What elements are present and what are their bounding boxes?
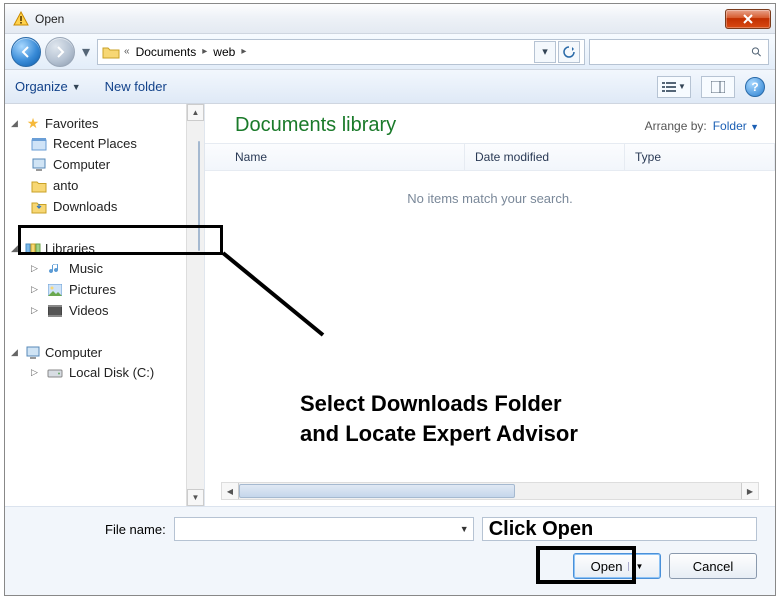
horizontal-scrollbar[interactable]: ◀ ▶ [221, 482, 759, 500]
title-bar: Open [5, 4, 775, 34]
pane-icon [711, 81, 725, 93]
dialog-body: ◢★Favorites Recent Places Computer anto … [5, 104, 775, 506]
refresh-button[interactable] [558, 41, 580, 63]
tree-item-videos[interactable]: ▷Videos [5, 300, 184, 321]
close-icon [743, 14, 753, 24]
pictures-icon [47, 283, 63, 297]
column-headers[interactable]: Name Date modified Type [205, 143, 775, 171]
filename-combo[interactable]: ▼ [174, 517, 474, 541]
filetype-filter[interactable]: Click Open [482, 517, 757, 541]
new-folder-button[interactable]: New folder [105, 79, 167, 94]
nav-tree: ◢★Favorites Recent Places Computer anto … [5, 104, 205, 506]
refresh-icon [563, 46, 575, 58]
collapse-icon: ◢ [11, 347, 21, 358]
view-mode-button[interactable]: ▼ [657, 76, 691, 98]
chevron-down-icon: ▼ [678, 82, 686, 91]
expand-icon: ▷ [31, 263, 41, 274]
organize-button[interactable]: Organize ▼ [15, 79, 81, 94]
arrange-value[interactable]: Folder ▼ [713, 119, 759, 133]
search-icon [751, 44, 762, 60]
scroll-thumb[interactable] [198, 141, 200, 251]
crumb-web[interactable]: web [209, 45, 239, 59]
column-type[interactable]: Type [625, 144, 775, 170]
forward-button[interactable] [45, 37, 75, 67]
back-button[interactable] [11, 37, 41, 67]
scroll-left-icon[interactable]: ◀ [222, 483, 239, 499]
tree-item-computer-fav[interactable]: Computer [5, 154, 184, 175]
folder-icon [31, 179, 47, 193]
list-view-icon [662, 81, 676, 93]
computer-group[interactable]: ◢Computer [5, 343, 184, 362]
arrange-by[interactable]: Arrange by: Folder ▼ [645, 119, 759, 133]
scroll-thumb[interactable] [239, 484, 515, 498]
star-icon: ★ [25, 117, 41, 131]
nav-bar: ▾ « Documents ▸ web ▸ ▾ [5, 34, 775, 70]
search-input[interactable] [596, 45, 751, 59]
file-list-pane: Documents library Arrange by: Folder ▼ N… [205, 104, 775, 506]
column-date-modified[interactable]: Date modified [465, 144, 625, 170]
tree-item-downloads[interactable]: Downloads [5, 196, 184, 217]
sidebar-scrollbar[interactable]: ▲ ▼ [186, 104, 204, 506]
expand-icon: ▷ [31, 305, 41, 316]
cancel-button[interactable]: Cancel [669, 553, 757, 579]
help-icon: ? [751, 80, 758, 94]
close-button[interactable] [725, 9, 771, 29]
window-title: Open [35, 12, 725, 26]
tree-item-pictures[interactable]: ▷Pictures [5, 279, 184, 300]
favorites-group[interactable]: ◢★Favorites [5, 114, 184, 133]
help-button[interactable]: ? [745, 77, 765, 97]
tree-item-local-disk-c[interactable]: ▷Local Disk (C:) [5, 362, 184, 383]
tree-item-music[interactable]: ▷Music [5, 258, 184, 279]
library-header: Documents library Arrange by: Folder ▼ [205, 104, 775, 143]
computer-icon [31, 158, 47, 172]
column-name[interactable]: Name [205, 144, 465, 170]
scroll-down-icon[interactable]: ▼ [187, 489, 204, 506]
preview-pane-button[interactable] [701, 76, 735, 98]
chevron-down-icon[interactable]: ▼ [460, 524, 469, 534]
search-box[interactable] [589, 39, 769, 65]
chevron-down-icon: ▼ [750, 122, 759, 132]
folder-icon [102, 44, 120, 60]
crumb-documents[interactable]: Documents [132, 45, 201, 59]
chevron-icon: ▸ [241, 46, 246, 57]
recent-places-icon [31, 137, 47, 151]
filename-label: File name: [105, 522, 166, 537]
scroll-up-icon[interactable]: ▲ [187, 104, 204, 121]
toolbar: Organize ▼ New folder ▼ ? [5, 70, 775, 104]
tree-item-recent-places[interactable]: Recent Places [5, 133, 184, 154]
libraries-group[interactable]: ◢Libraries [5, 239, 184, 258]
breadcrumb-dropdown[interactable]: ▾ [534, 41, 556, 63]
computer-icon [25, 346, 41, 360]
annotation-text: Select Downloads Folder and Locate Exper… [300, 389, 578, 448]
breadcrumb-bar[interactable]: « Documents ▸ web ▸ ▾ [97, 39, 585, 65]
crumb-prefix: « [124, 46, 130, 57]
expand-icon: ▷ [31, 284, 41, 295]
open-dialog: Open ▾ « Documents ▸ web ▸ ▾ Organize ▼ [4, 3, 776, 596]
videos-icon [47, 304, 63, 318]
chevron-down-icon: ▼ [72, 82, 81, 92]
scroll-right-icon[interactable]: ▶ [741, 483, 758, 499]
chevron-down-icon[interactable]: ▼ [628, 562, 643, 571]
tree-item-anto[interactable]: anto [5, 175, 184, 196]
scroll-track[interactable] [239, 483, 741, 499]
downloads-folder-icon [31, 200, 47, 214]
warning-icon [13, 11, 29, 27]
chevron-icon: ▸ [202, 46, 207, 57]
drive-icon [47, 366, 63, 380]
empty-message: No items match your search. [205, 171, 775, 226]
library-title: Documents library [235, 114, 396, 137]
music-icon [47, 262, 63, 276]
expand-icon: ▷ [31, 367, 41, 378]
collapse-icon: ◢ [11, 118, 21, 129]
libraries-icon [25, 242, 41, 256]
dialog-footer: File name: ▼ Click Open Open▼ Cancel [5, 506, 775, 595]
history-dropdown[interactable]: ▾ [79, 38, 93, 66]
open-button[interactable]: Open▼ [573, 553, 661, 579]
collapse-icon: ◢ [11, 243, 21, 254]
